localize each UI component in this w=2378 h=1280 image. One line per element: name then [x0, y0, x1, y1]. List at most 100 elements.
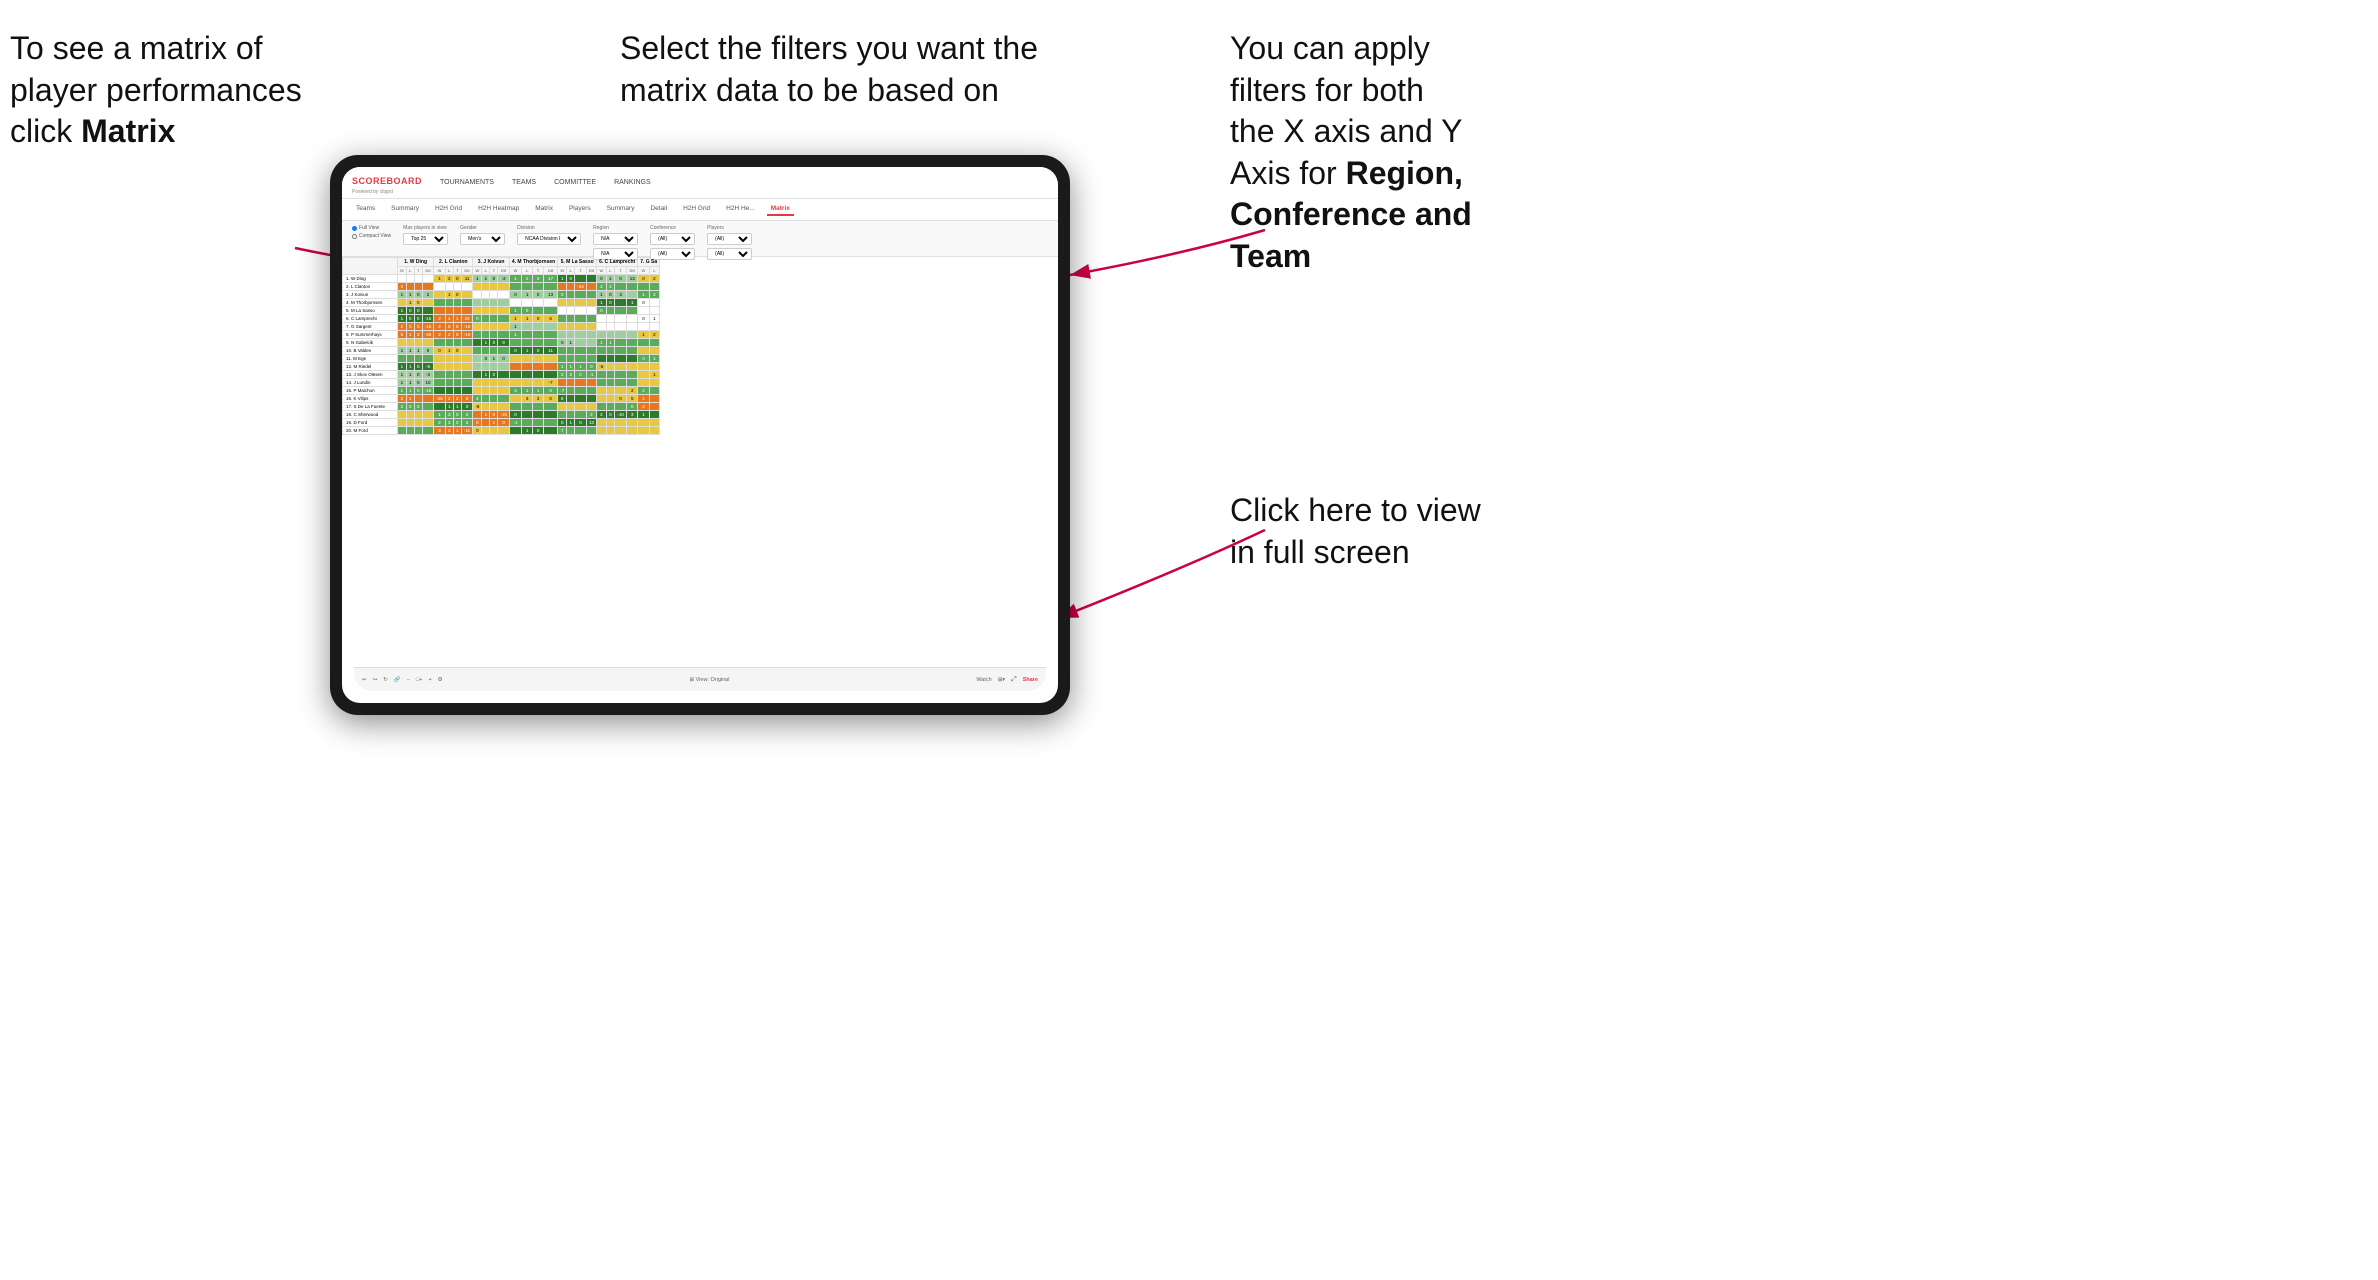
- cell-r5-c13: 1: [522, 315, 533, 323]
- full-view-radio[interactable]: Full View: [352, 225, 391, 231]
- cell-r9-c2: 1: [414, 347, 422, 355]
- cell-r3-c18: [575, 299, 587, 307]
- cell-r4-c6: [453, 307, 461, 315]
- cell-r6-c16: [558, 323, 567, 331]
- cell-r11-c1: 1: [406, 363, 414, 371]
- cell-r19-c3: [422, 427, 434, 435]
- subnav-matrix-active[interactable]: Matrix: [767, 203, 794, 216]
- cell-r1-c10: [490, 283, 498, 291]
- cell-r12-c24: [638, 371, 649, 379]
- cell-r7-c9: [482, 331, 490, 339]
- nav-teams[interactable]: TEAMS: [508, 177, 540, 188]
- sub-d3: Dif: [498, 267, 510, 275]
- nav-rankings[interactable]: RANKINGS: [610, 177, 655, 188]
- subnav-h2hgrid[interactable]: H2H Grid: [431, 203, 466, 216]
- cell-r12-c7: [461, 371, 473, 379]
- subnav-h2hgrid2[interactable]: H2H Grid: [679, 203, 714, 216]
- subnav-matrix-left[interactable]: Matrix: [531, 203, 557, 216]
- cell-r15-c25: [649, 395, 659, 403]
- cell-r12-c23: [627, 371, 638, 379]
- cell-r4-c10: [490, 307, 498, 315]
- subnav-summary2[interactable]: Summary: [603, 203, 639, 216]
- cell-r3-c2: 0: [414, 299, 422, 307]
- cell-r9-c7: [461, 347, 473, 355]
- cell-r1-c3: [422, 283, 434, 291]
- players-select2[interactable]: (All): [707, 248, 752, 260]
- settings-icon[interactable]: ⚙: [438, 677, 443, 683]
- cell-r10-c9: 0: [482, 355, 490, 363]
- cell-r10-c7: [461, 355, 473, 363]
- cell-r4-c19: [586, 307, 596, 315]
- players-select1[interactable]: (All): [707, 233, 752, 245]
- cell-r16-c3: [422, 403, 434, 411]
- subnav-players[interactable]: Players: [565, 203, 595, 216]
- cell-r13-c12: [509, 379, 521, 387]
- cell-r13-c8: [473, 379, 482, 387]
- cell-r6-c20: [597, 323, 607, 331]
- cell-r11-c11: [498, 363, 510, 371]
- watch-label[interactable]: Watch: [976, 677, 991, 683]
- view-original[interactable]: ⊞ View: Original: [689, 677, 729, 683]
- cell-r16-c14: [533, 403, 544, 411]
- cell-r16-c6: 1: [453, 403, 461, 411]
- refresh-icon[interactable]: ↻: [383, 677, 388, 683]
- cell-r11-c0: 1: [398, 363, 407, 371]
- cell-r13-c14: [533, 379, 544, 387]
- cell-r5-c5: 4: [445, 315, 453, 323]
- cell-r6-c8: [473, 323, 482, 331]
- conference-select1[interactable]: (All): [650, 233, 695, 245]
- zoom-in-icon[interactable]: +: [428, 677, 431, 683]
- cell-r4-c2: 0: [414, 307, 422, 315]
- cell-r3-c11: [498, 299, 510, 307]
- share-label[interactable]: Share: [1023, 677, 1038, 683]
- cell-r11-c19: 0: [586, 363, 596, 371]
- redo-icon[interactable]: ↪: [373, 677, 378, 683]
- compact-view-radio[interactable]: Compact View: [352, 233, 391, 239]
- cell-r13-c24: [638, 379, 649, 387]
- cell-r5-c9: [482, 315, 490, 323]
- sub-t4: T: [533, 267, 544, 275]
- cell-r8-c12: [509, 339, 521, 347]
- cell-r15-c0: 2: [398, 395, 407, 403]
- cell-r9-c15: 11: [544, 347, 558, 355]
- bottom-right-icons: Watch ⊞▾ ⤢ Share: [976, 676, 1038, 684]
- cell-r10-c23: [627, 355, 638, 363]
- division-select[interactable]: NCAA Division I: [517, 233, 581, 245]
- cell-r12-c20: [597, 371, 607, 379]
- cell-r3-c21: 0: [606, 299, 614, 307]
- subnav-h2hhe[interactable]: H2H He...: [722, 203, 759, 216]
- nav-committee[interactable]: COMMITTEE: [550, 177, 600, 188]
- undo-icon[interactable]: ↩: [362, 677, 367, 683]
- cell-r3-c5: [445, 299, 453, 307]
- cell-r7-c6: 0: [453, 331, 461, 339]
- subnav-summary[interactable]: Summary: [387, 203, 423, 216]
- cell-r13-c2: 0: [414, 379, 422, 387]
- cell-r1-c20: 2: [597, 283, 607, 291]
- cell-r6-c19: [586, 323, 596, 331]
- region-select[interactable]: N/A: [593, 233, 638, 245]
- cell-r1-c8: [473, 283, 482, 291]
- matrix-area[interactable]: 1. W Ding 2. L Clanton 3. J Koivun 4. M …: [342, 257, 1058, 675]
- filter-max-players: Max players in view Top 25: [403, 225, 448, 245]
- fullscreen-icon[interactable]: ⤢: [1011, 676, 1017, 684]
- cell-r3-c10: [490, 299, 498, 307]
- gender-select[interactable]: Men's: [460, 233, 505, 245]
- cell-r5-c22: [615, 315, 627, 323]
- subnav-h2hheatmap[interactable]: H2H Heatmap: [474, 203, 523, 216]
- cell-r16-c22: [615, 403, 627, 411]
- cell-r14-c25: [649, 387, 659, 395]
- link-icon[interactable]: 🔗: [394, 677, 401, 683]
- layout-icon[interactable]: ⊞▾: [998, 677, 1005, 683]
- cell-r19-c17: [567, 427, 575, 435]
- zoom-out-icon[interactable]: −: [407, 677, 410, 683]
- nav-tournaments[interactable]: TOURNAMENTS: [436, 177, 498, 188]
- player-name-17: 18. C Sherwood: [343, 411, 398, 419]
- cell-r4-c21: [606, 307, 614, 315]
- max-players-select[interactable]: Top 25: [403, 233, 448, 245]
- subnav-detail[interactable]: Detail: [646, 203, 671, 216]
- cell-r10-c13: [522, 355, 533, 363]
- cell-r3-c8: [473, 299, 482, 307]
- cell-r13-c10: [490, 379, 498, 387]
- cell-r8-c24: [638, 339, 649, 347]
- subnav-teams[interactable]: Teams: [352, 203, 379, 216]
